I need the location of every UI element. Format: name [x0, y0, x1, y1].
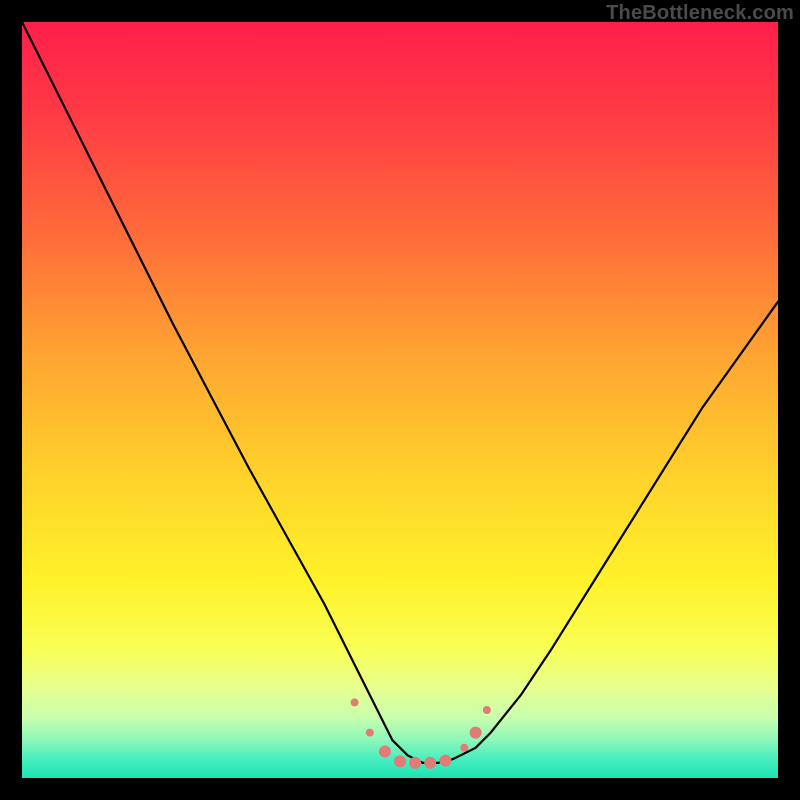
outer-frame: TheBottleneck.com — [0, 0, 800, 800]
marker-point — [460, 744, 468, 752]
watermark-text: TheBottleneck.com — [606, 2, 794, 25]
marker-point — [351, 698, 359, 706]
marker-point — [379, 746, 391, 758]
plot-background — [22, 22, 778, 778]
marker-point — [409, 757, 421, 769]
marker-point — [366, 729, 374, 737]
chart-svg — [22, 22, 778, 778]
marker-point — [394, 755, 406, 767]
marker-point — [439, 755, 451, 767]
marker-point — [483, 706, 491, 714]
plot-area — [22, 22, 778, 778]
marker-point — [470, 727, 482, 739]
marker-point — [424, 757, 436, 769]
